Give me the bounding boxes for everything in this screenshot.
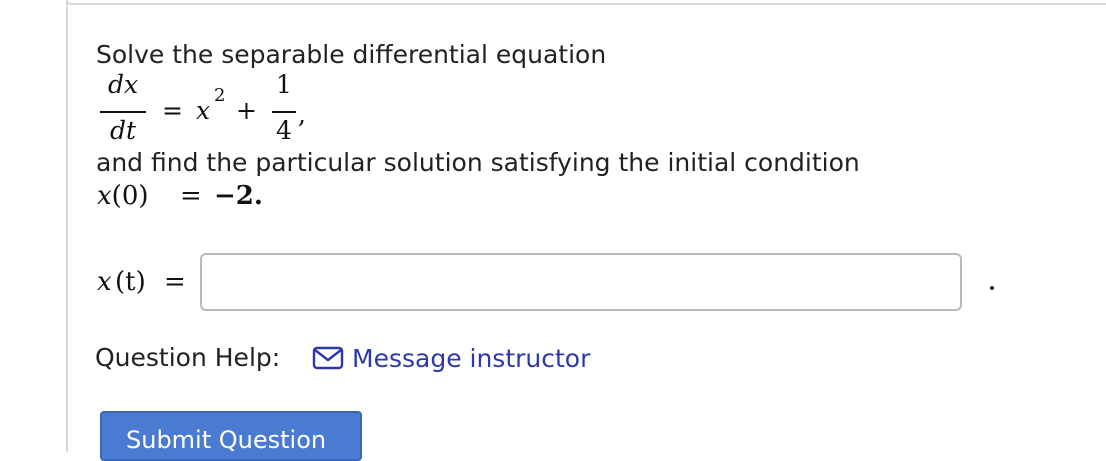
submit-question-button[interactable]: Submit Question: [100, 411, 362, 461]
initial-condition-rhs: −2.: [214, 181, 263, 211]
panel-left-border: [66, 0, 68, 452]
rhs-fraction-bar: [272, 111, 296, 113]
panel-top-border: [66, 0, 1106, 5]
answer-input[interactable]: [200, 253, 962, 311]
answer-label-equals: =: [164, 267, 186, 297]
equation-plus: +: [236, 96, 257, 125]
rhs-numerator: 1: [276, 70, 292, 99]
answer-trailing-period: [990, 286, 994, 290]
rhs-fraction: 1 4: [272, 70, 296, 150]
message-instructor-label: Message instructor: [352, 343, 591, 373]
initial-condition-lhs: x(0): [97, 181, 149, 211]
answer-label-arg: (t): [115, 267, 146, 297]
equation-equals: =: [162, 96, 183, 125]
answer-label-var: x: [97, 267, 112, 297]
lhs-numerator: dx: [107, 70, 139, 99]
lhs-fraction: dx dt: [100, 70, 146, 150]
lhs-fraction-bar: [100, 111, 146, 113]
equation-comma: ,: [298, 100, 306, 129]
rhs-denominator: 4: [276, 116, 292, 145]
question-intro: Solve the separable differential equatio…: [96, 40, 607, 69]
equation-exponent: 2: [214, 85, 226, 106]
lhs-denominator: dt: [109, 116, 137, 145]
initial-condition-equals: =: [180, 181, 202, 211]
message-instructor-link[interactable]: Message instructor: [312, 342, 590, 374]
mail-icon: [312, 346, 344, 370]
question-help-label: Question Help:: [95, 343, 281, 372]
equation-x: x: [196, 96, 211, 125]
question-panel: Solve the separable differential equatio…: [0, 0, 1106, 461]
condition-text: and find the particular solution satisfy…: [96, 148, 860, 177]
